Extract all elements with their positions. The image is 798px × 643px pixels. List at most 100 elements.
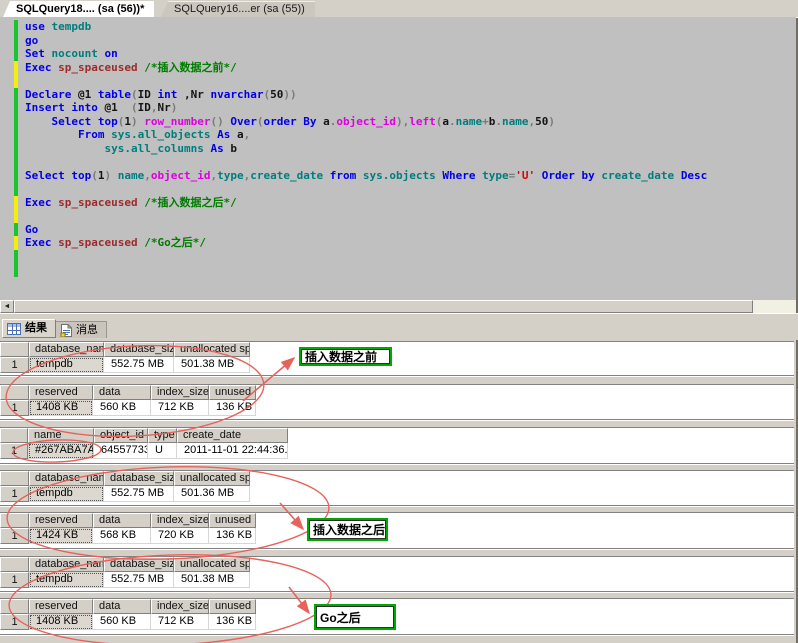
grid-cell[interactable]: 1408 KB: [29, 614, 93, 630]
code-line[interactable]: Declare @1 table(ID int ,Nr nvarchar(50)…: [0, 88, 796, 102]
grid-corner[interactable]: [0, 471, 29, 486]
code-line[interactable]: go: [0, 34, 796, 48]
grid-cell[interactable]: 501.38 MB: [174, 572, 250, 588]
grid-cell[interactable]: 645577338: [94, 443, 148, 459]
grid-cell[interactable]: 560 KB: [93, 400, 151, 416]
grid-cell[interactable]: 136 KB: [209, 614, 256, 630]
column-header[interactable]: database_name: [29, 557, 104, 572]
row-header[interactable]: 1: [0, 614, 29, 630]
column-header[interactable]: database_size: [104, 471, 174, 486]
grid-corner[interactable]: [0, 385, 29, 400]
column-header[interactable]: type: [148, 428, 177, 443]
column-header[interactable]: unused: [209, 385, 256, 400]
code-line[interactable]: Insert into @1 (ID,Nr): [0, 101, 796, 115]
grid-cell[interactable]: 552.75 MB: [104, 572, 174, 588]
change-tracking-bar: [14, 263, 18, 277]
tab-messages[interactable]: 消息: [55, 321, 107, 338]
change-tracking-bar: [14, 115, 18, 129]
column-header[interactable]: unallocated space: [174, 342, 250, 357]
code-line[interactable]: [0, 182, 796, 196]
row-header[interactable]: 1: [0, 357, 29, 373]
change-tracking-bar: [14, 223, 18, 237]
grid-corner[interactable]: [0, 342, 29, 357]
row-header[interactable]: 1: [0, 486, 29, 502]
grid-cell[interactable]: tempdb: [29, 572, 104, 588]
column-header[interactable]: reserved: [29, 513, 93, 528]
grid-cell[interactable]: #267ABA7A: [28, 443, 94, 459]
code-line[interactable]: [0, 209, 796, 223]
tab-sqlquery18[interactable]: SQLQuery18.... (sa (56))*: [3, 1, 154, 17]
change-tracking-bar: [14, 61, 18, 75]
grid-cell[interactable]: 720 KB: [151, 528, 209, 544]
grid-corner[interactable]: [0, 513, 29, 528]
column-header[interactable]: unallocated space: [174, 557, 250, 572]
grid-cell[interactable]: U: [148, 443, 177, 459]
column-header[interactable]: reserved: [29, 385, 93, 400]
grid-cell[interactable]: 1424 KB: [29, 528, 93, 544]
row-header[interactable]: 1: [0, 400, 29, 416]
grid-cell[interactable]: 136 KB: [209, 528, 256, 544]
ssms-window: SQLQuery18.... (sa (56))* SQLQuery16....…: [0, 0, 798, 643]
grid-corner[interactable]: [0, 557, 29, 572]
grid-cell[interactable]: 560 KB: [93, 614, 151, 630]
column-header[interactable]: database_size: [104, 557, 174, 572]
grid-corner[interactable]: [0, 428, 28, 443]
column-header[interactable]: object_id: [94, 428, 148, 443]
code-line[interactable]: Go: [0, 223, 796, 237]
grid-cell[interactable]: 501.36 MB: [174, 486, 250, 502]
grid-cell[interactable]: 568 KB: [93, 528, 151, 544]
code-lines: use tempdbgoSet nocount onExec sp_spaceu…: [0, 17, 796, 277]
grid-cell[interactable]: 136 KB: [209, 400, 256, 416]
column-header[interactable]: create_date: [177, 428, 288, 443]
grid-cell[interactable]: tempdb: [29, 486, 104, 502]
change-tracking-bar: [14, 250, 18, 264]
scroll-left-arrow-icon[interactable]: ◄: [0, 300, 14, 313]
code-line[interactable]: From sys.all_objects As a,: [0, 128, 796, 142]
column-header[interactable]: database_name: [29, 471, 104, 486]
change-tracking-bar: [14, 169, 18, 183]
column-header[interactable]: data: [93, 385, 151, 400]
row-header[interactable]: 1: [0, 443, 28, 459]
column-header[interactable]: index_size: [151, 385, 209, 400]
code-line[interactable]: Exec sp_spaceused /*Go之后*/: [0, 236, 796, 250]
code-line[interactable]: Exec sp_spaceused /*插入数据之后*/: [0, 196, 796, 210]
code-line[interactable]: [0, 74, 796, 88]
change-tracking-bar: [14, 236, 18, 250]
grid-cell[interactable]: 552.75 MB: [104, 357, 174, 373]
code-line[interactable]: Set nocount on: [0, 47, 796, 61]
column-header[interactable]: database_size: [104, 342, 174, 357]
tab-sqlquery16[interactable]: SQLQuery16....er (sa (55)): [161, 1, 315, 17]
code-line[interactable]: Select top(1) name,object_id,type,create…: [0, 169, 796, 183]
row-header[interactable]: 1: [0, 528, 29, 544]
column-header[interactable]: unused: [209, 513, 256, 528]
column-header[interactable]: index_size: [151, 513, 209, 528]
sql-editor[interactable]: use tempdbgoSet nocount onExec sp_spaceu…: [0, 17, 796, 300]
scrollbar-thumb[interactable]: [14, 300, 753, 313]
code-line[interactable]: Select top(1) row_number() Over(order By…: [0, 115, 796, 129]
grid-cell[interactable]: 712 KB: [151, 614, 209, 630]
column-header[interactable]: data: [93, 599, 151, 614]
grid-cell[interactable]: 552.75 MB: [104, 486, 174, 502]
column-header[interactable]: database_name: [29, 342, 104, 357]
tab-results[interactable]: 结果: [2, 319, 56, 338]
code-line[interactable]: Exec sp_spaceused /*插入数据之前*/: [0, 61, 796, 75]
column-header[interactable]: index_size: [151, 599, 209, 614]
column-header[interactable]: reserved: [29, 599, 93, 614]
grid-corner[interactable]: [0, 599, 29, 614]
grid-cell[interactable]: 712 KB: [151, 400, 209, 416]
grid-cell[interactable]: 1408 KB: [29, 400, 93, 416]
column-header[interactable]: unused: [209, 599, 256, 614]
grid-cell[interactable]: 501.38 MB: [174, 357, 250, 373]
column-header[interactable]: unallocated space: [174, 471, 250, 486]
editor-horizontal-scrollbar[interactable]: ◄: [0, 300, 796, 313]
column-header[interactable]: name: [28, 428, 94, 443]
column-header[interactable]: data: [93, 513, 151, 528]
row-header[interactable]: 1: [0, 572, 29, 588]
code-line[interactable]: [0, 250, 796, 264]
code-line[interactable]: [0, 263, 796, 277]
grid-cell[interactable]: tempdb: [29, 357, 104, 373]
code-line[interactable]: [0, 155, 796, 169]
grid-cell[interactable]: 2011-11-01 22:44:36.280: [177, 443, 288, 459]
code-line[interactable]: use tempdb: [0, 20, 796, 34]
code-line[interactable]: sys.all_columns As b: [0, 142, 796, 156]
